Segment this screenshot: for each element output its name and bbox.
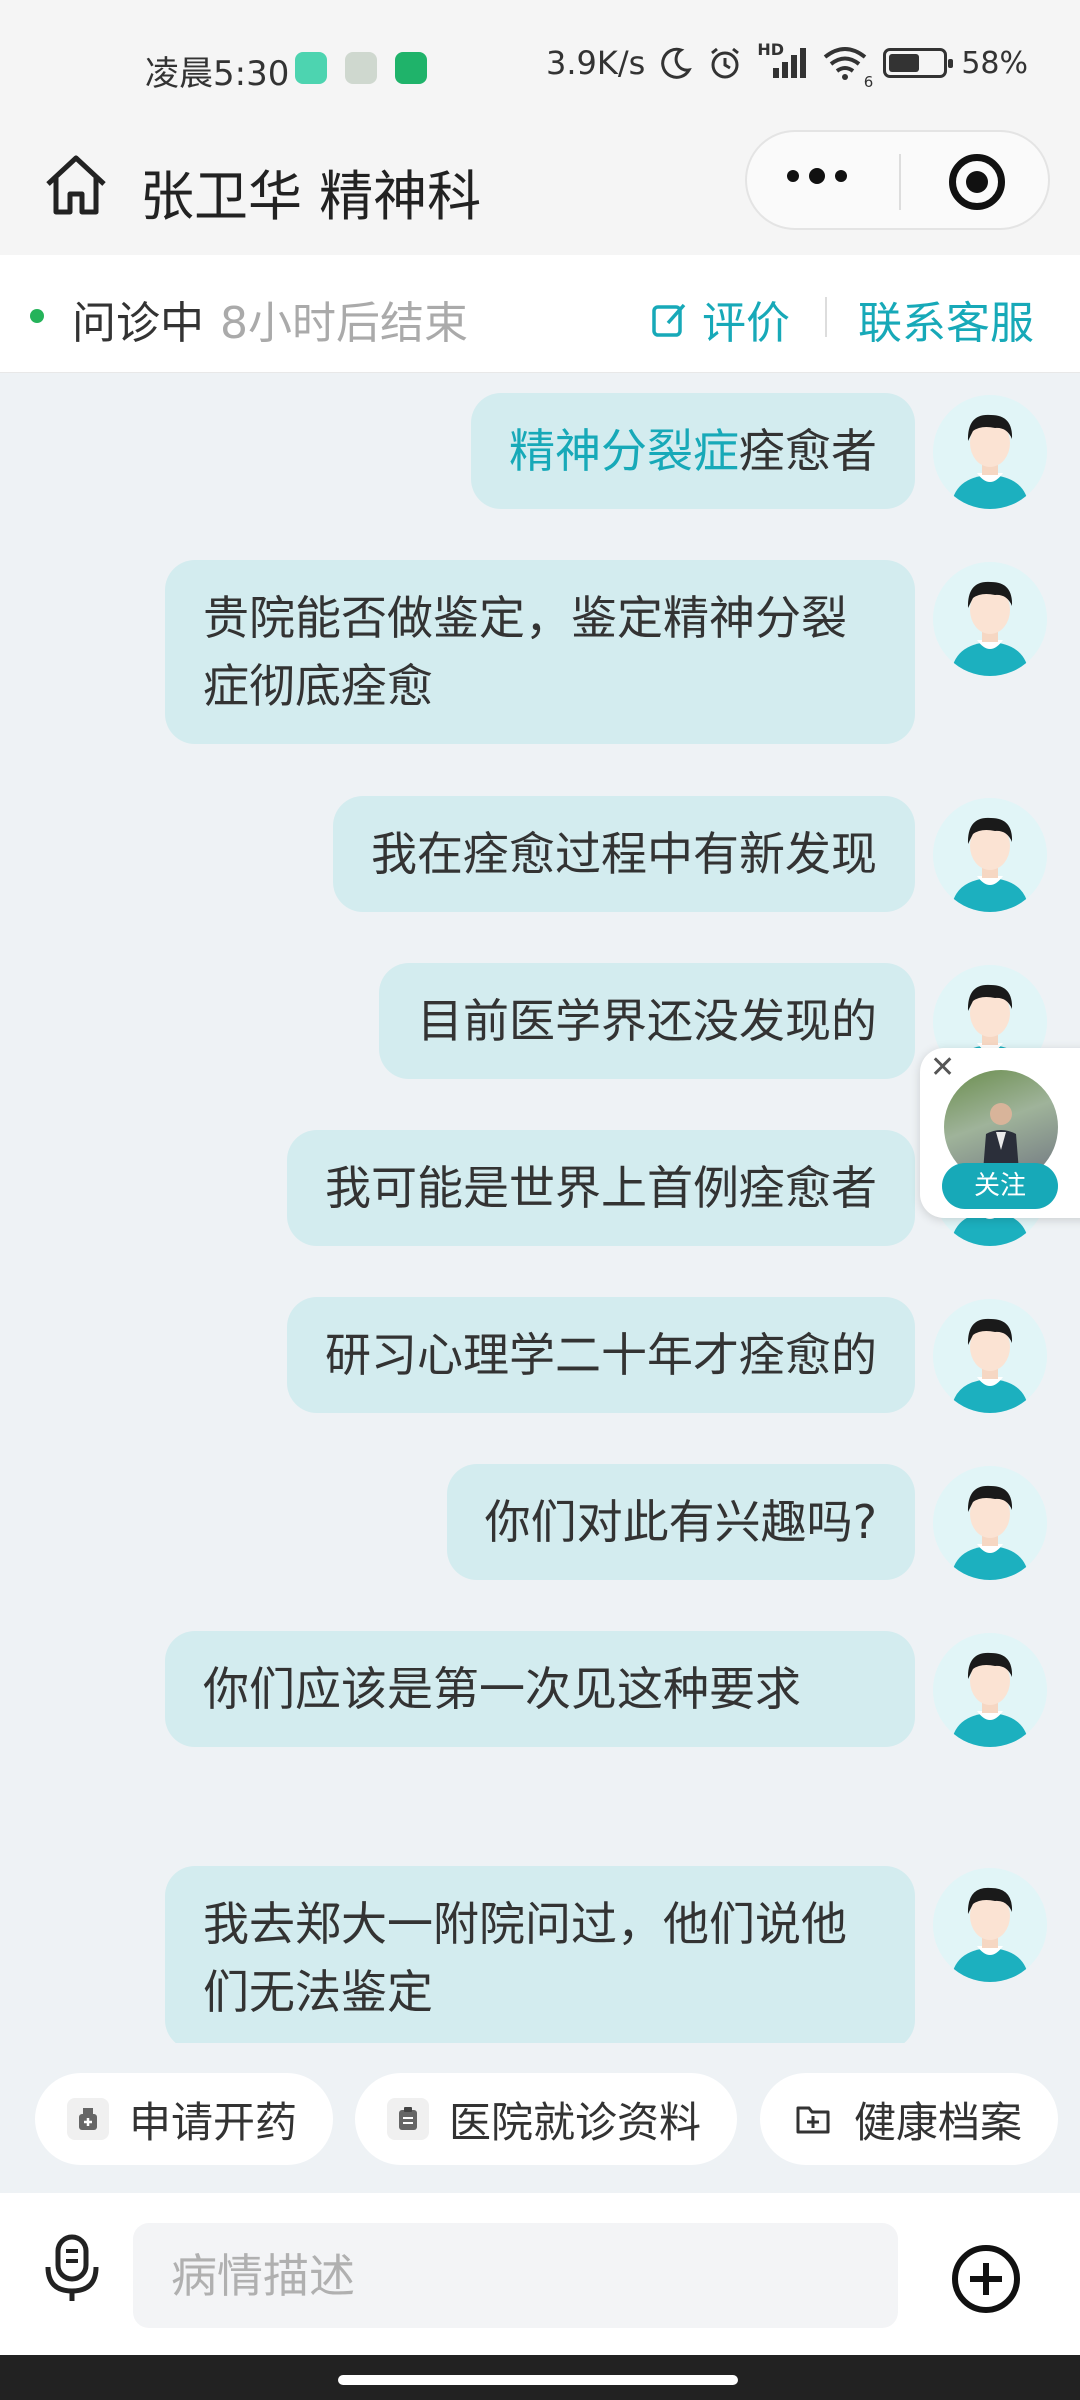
alarm-icon (711, 47, 740, 79)
avatar[interactable] (933, 1299, 1047, 1413)
battery-icon (883, 48, 954, 78)
net-speed: 3.9K/s (545, 44, 646, 82)
cell-signal-icon: HD (757, 40, 807, 80)
moon-icon (661, 47, 693, 79)
avatar[interactable] (933, 395, 1047, 509)
message-text: 目前医学界还没发现的 (417, 994, 877, 1048)
message-text: 我在痊愈过程中有新发现 (371, 827, 877, 881)
apply-medicine-button[interactable]: 申请开药 (35, 2073, 334, 2165)
quick-actions: 申请开药 医院就诊资料 健康档案 (0, 2043, 1080, 2193)
message-bubble[interactable]: 精神分裂症痊愈者 (471, 393, 915, 509)
action-label: 医院就诊资料 (449, 2097, 702, 2147)
add-icon[interactable] (950, 2243, 1022, 2315)
symptom-input[interactable] (133, 2223, 898, 2328)
wifi-label: 6 (863, 73, 874, 91)
message-highlight-link[interactable]: 精神分裂症 (509, 424, 739, 478)
message-text: 贵院能否做鉴定，鉴定精神分裂症彻底痊愈 (203, 591, 847, 713)
chat-area[interactable]: 精神分裂症痊愈者 贵院能否做鉴定，鉴定精神分裂症彻底痊愈 我在痊愈过程中有新发现… (0, 373, 1080, 2043)
message-bubble[interactable]: 研习心理学二十年才痊愈的 (287, 1297, 915, 1413)
battery-percent: 58% (961, 45, 1028, 81)
message-text: 你们应该是第一次见这种要求 (203, 1662, 801, 1716)
message-text: 痊愈者 (739, 424, 877, 478)
medicine-icon (67, 2098, 109, 2140)
microphone-icon[interactable] (40, 2233, 104, 2305)
avatar[interactable] (933, 1868, 1047, 1982)
message-text: 你们对此有兴趣吗? (484, 1495, 877, 1549)
home-icon[interactable] (40, 150, 112, 222)
message-text: 研习心理学二十年才痊愈的 (325, 1328, 877, 1382)
status-indicators: 3.9K/s HD 6 58% (545, 40, 1028, 91)
hospital-records-button[interactable]: 医院就诊资料 (355, 2073, 738, 2165)
avatar[interactable] (933, 562, 1047, 676)
edit-icon (652, 303, 686, 337)
target-icon[interactable] (949, 154, 1005, 210)
miniapp-capsule (745, 130, 1050, 230)
nav-bar: 张卫华 精神科 (0, 130, 1080, 255)
clipboard-icon (387, 2098, 429, 2140)
message-bubble[interactable]: 目前医学界还没发现的 (379, 963, 915, 1079)
consult-status: 问诊中 (72, 298, 204, 349)
evaluate-button[interactable]: 评价 (650, 287, 790, 351)
consult-status-bar: 问诊中 8小时后结束 评价 联系客服 (0, 255, 1080, 373)
app-notification-icon-1 (295, 52, 327, 84)
status-time: 凌晨5:30 (145, 54, 290, 94)
message-bubble[interactable]: 你们应该是第一次见这种要求 (165, 1631, 915, 1747)
message-bubble[interactable]: 贵院能否做鉴定，鉴定精神分裂症彻底痊愈 (165, 560, 915, 744)
consult-time-left: 8小时后结束 (220, 298, 468, 349)
evaluate-label: 评价 (702, 298, 790, 349)
folder-plus-icon (792, 2098, 834, 2140)
message-text: 我可能是世界上首例痊愈者 (325, 1161, 877, 1215)
avatar[interactable] (933, 798, 1047, 912)
follow-widget: ✕ 关注 (920, 1048, 1080, 1218)
message-bubble[interactable]: 我去郑大一附院问过，他们说他们无法鉴定 (165, 1866, 915, 2043)
input-bar (0, 2193, 1080, 2355)
status-bar: 凌晨5:30 3.9K/s HD 6 58% (0, 0, 1080, 130)
follow-button[interactable]: 关注 (942, 1163, 1058, 1209)
consult-divider (825, 297, 827, 337)
phone-notification-icon (395, 52, 427, 84)
app-notification-icon-2 (345, 52, 377, 84)
action-label: 申请开药 (129, 2097, 298, 2147)
message-text: 我去郑大一附院问过，他们说他们无法鉴定 (203, 1897, 847, 2019)
home-indicator[interactable] (338, 2375, 738, 2385)
message-bubble[interactable]: 我在痊愈过程中有新发现 (333, 796, 915, 912)
gesture-bar (0, 2355, 1080, 2400)
wifi-icon: 6 (821, 45, 873, 91)
avatar[interactable] (933, 1633, 1047, 1747)
page-title: 张卫华 精神科 (140, 165, 482, 228)
action-label: 健康档案 (854, 2097, 1023, 2147)
close-icon[interactable]: ✕ (930, 1050, 955, 1085)
message-bubble[interactable]: 我可能是世界上首例痊愈者 (287, 1130, 915, 1246)
capsule-divider (899, 154, 901, 210)
message-bubble[interactable]: 你们对此有兴趣吗? (446, 1464, 915, 1580)
online-dot (30, 309, 44, 323)
contact-service-link[interactable]: 联系客服 (858, 287, 1034, 351)
health-record-button[interactable]: 健康档案 (760, 2073, 1059, 2165)
avatar[interactable] (933, 1466, 1047, 1580)
more-dots-icon[interactable] (787, 168, 847, 184)
